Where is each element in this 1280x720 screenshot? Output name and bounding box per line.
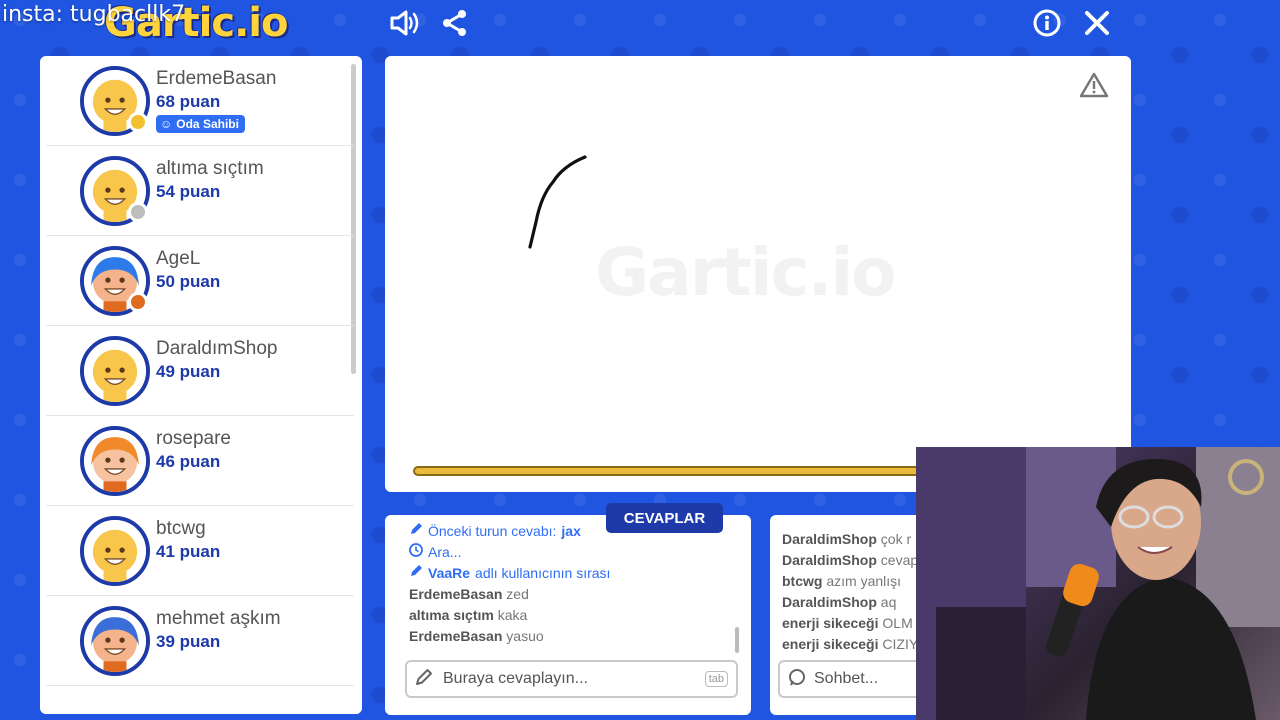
player-row[interactable]: altıma sıçtım 54 puan bbox=[46, 146, 354, 236]
chat-input-box[interactable] bbox=[778, 660, 928, 698]
chat-message: DaraldimShop aq bbox=[782, 592, 930, 613]
player-row[interactable]: btcwg 41 puan bbox=[46, 506, 354, 596]
player-name: ErdemeBasan bbox=[156, 68, 277, 89]
message-text: CIZIY bbox=[882, 636, 919, 652]
player-score: 68 puan bbox=[156, 92, 221, 111]
drawing-canvas[interactable]: Gartic.io bbox=[385, 56, 1131, 492]
player-avatar bbox=[80, 516, 150, 586]
turn-text: adlı kullanıcının sırası bbox=[475, 565, 611, 581]
player-score: 46 puan bbox=[156, 452, 221, 471]
clock-icon bbox=[409, 542, 423, 563]
player-name: mehmet aşkım bbox=[156, 608, 281, 629]
player-score: 49 puan bbox=[156, 362, 221, 381]
message-user: enerji sikeceği bbox=[782, 615, 879, 631]
answer-input-box[interactable]: tab bbox=[405, 660, 738, 698]
chat-message: DaraldimShop cevap bbox=[782, 550, 930, 571]
room-owner-badge: ☺ Oda Sahibi bbox=[156, 115, 245, 133]
message-text: aq bbox=[880, 594, 897, 610]
tab-key-hint: tab bbox=[704, 671, 728, 687]
info-icon[interactable] bbox=[1030, 6, 1064, 40]
webcam-overlay bbox=[916, 447, 1280, 720]
chat-message: enerji sikeceği CIZIY bbox=[782, 634, 930, 655]
answer-message: altıma sıçtım kaka bbox=[409, 605, 735, 626]
player-score: 54 puan bbox=[156, 182, 221, 201]
streamer-overlay-text: insta: tugbacllk7 bbox=[2, 2, 186, 27]
player-name: AgeL bbox=[156, 248, 201, 269]
message-user: ErdemeBasan bbox=[409, 586, 503, 602]
player-row[interactable]: AgeL 50 puan bbox=[46, 236, 354, 326]
message-user: DaraldimShop bbox=[782, 531, 877, 547]
chat-message: btcwg azım yanlışı bbox=[782, 571, 930, 592]
player-row[interactable]: rosepare 46 puan bbox=[46, 416, 354, 506]
player-list: ErdemeBasan 68 puan ☺ Oda Sahibi altıma s… bbox=[40, 56, 362, 714]
answer-message: ErdemeBasan yasuo bbox=[409, 626, 735, 647]
close-icon[interactable] bbox=[1080, 6, 1114, 40]
chat-panel: DaraldimShop çok r DaraldimShop cevap btcw… bbox=[770, 515, 930, 715]
player-avatar bbox=[80, 426, 150, 496]
message-text: OLM bbox=[882, 615, 913, 631]
chat-message: enerji sikeceği OLM bbox=[782, 613, 930, 634]
report-warning-icon[interactable] bbox=[1079, 72, 1109, 103]
drawing-stroke bbox=[528, 155, 587, 249]
player-name: DaraldımShop bbox=[156, 338, 278, 359]
answers-tab[interactable]: CEVAPLAR bbox=[606, 503, 723, 533]
player-avatar bbox=[80, 606, 150, 676]
answers-panel: Önceki turun cevabı: jax Ara... VaaRe ad… bbox=[385, 515, 751, 715]
chat-message: DaraldimShop çok r bbox=[782, 529, 930, 550]
message-text: çok r bbox=[880, 531, 912, 547]
owner-face-icon: ☺ bbox=[160, 117, 173, 131]
room-owner-label: Oda Sahibi bbox=[176, 117, 239, 131]
webcam-image bbox=[916, 447, 1280, 720]
pencil-icon bbox=[415, 668, 433, 691]
prev-answer-value: jax bbox=[561, 523, 581, 539]
message-user: enerji sikeceği bbox=[782, 636, 879, 652]
chat-input[interactable] bbox=[814, 670, 914, 688]
player-row[interactable]: mehmet aşkım 39 puan bbox=[46, 596, 354, 686]
sound-icon[interactable] bbox=[388, 6, 422, 40]
share-icon[interactable] bbox=[438, 6, 472, 40]
player-name: altıma sıçtım bbox=[156, 158, 264, 179]
message-user: ErdemeBasan bbox=[409, 628, 503, 644]
message-text: yasuo bbox=[506, 628, 544, 644]
player-score: 50 puan bbox=[156, 272, 221, 291]
message-text: zed bbox=[506, 586, 529, 602]
chat-bubble-icon bbox=[788, 668, 806, 691]
player-score: 39 puan bbox=[156, 632, 221, 651]
answers-scrollbar[interactable] bbox=[735, 627, 739, 653]
player-avatar bbox=[80, 336, 150, 406]
player-row[interactable]: DaraldımShop 49 puan bbox=[46, 326, 354, 416]
message-user: DaraldimShop bbox=[782, 552, 877, 568]
message-user: altıma sıçtım bbox=[409, 607, 494, 623]
message-text: cevap bbox=[880, 552, 919, 568]
message-user: btcwg bbox=[782, 573, 823, 589]
prev-answer-label: Önceki turun cevabı: bbox=[428, 523, 557, 539]
player-row[interactable]: ErdemeBasan 68 puan ☺ Oda Sahibi bbox=[46, 56, 354, 146]
turn-line: VaaRe adlı kullanıcının sırası bbox=[409, 563, 735, 584]
pencil-icon bbox=[409, 563, 423, 584]
answer-input[interactable] bbox=[443, 670, 683, 688]
player-status-dot bbox=[128, 202, 148, 222]
player-status-dot bbox=[128, 292, 148, 312]
answer-message: ErdemeBasan zed bbox=[409, 584, 735, 605]
message-text: azım yanlışı bbox=[826, 573, 902, 589]
player-score: 41 puan bbox=[156, 542, 221, 561]
pencil-icon bbox=[409, 521, 423, 542]
player-status-dot bbox=[128, 112, 148, 132]
message-user: DaraldimShop bbox=[782, 594, 877, 610]
player-name: btcwg bbox=[156, 518, 206, 539]
player-name: rosepare bbox=[156, 428, 231, 449]
searching-line: Ara... bbox=[409, 542, 735, 563]
searching-text: Ara... bbox=[428, 544, 462, 560]
message-text: kaka bbox=[497, 607, 528, 623]
turn-user: VaaRe bbox=[428, 565, 471, 581]
